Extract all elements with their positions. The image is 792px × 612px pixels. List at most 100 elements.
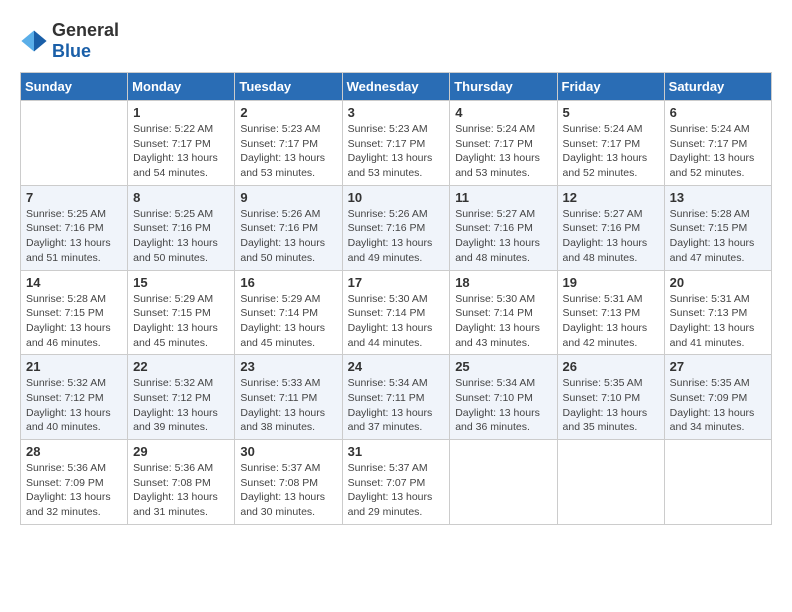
calendar-cell: 17 Sunrise: 5:30 AMSunset: 7:14 PMDayligh…: [342, 270, 450, 355]
day-info: Sunrise: 5:29 AMSunset: 7:15 PMDaylight:…: [133, 292, 229, 351]
logo-general-text: General: [52, 20, 119, 40]
day-number: 30: [240, 444, 336, 459]
calendar-week-row: 1 Sunrise: 5:22 AMSunset: 7:17 PMDaylight…: [21, 101, 772, 186]
calendar-cell: 3 Sunrise: 5:23 AMSunset: 7:17 PMDaylight…: [342, 101, 450, 186]
day-number: 10: [348, 190, 445, 205]
calendar-body: 1 Sunrise: 5:22 AMSunset: 7:17 PMDaylight…: [21, 101, 772, 525]
weekday-header: Tuesday: [235, 73, 342, 101]
day-info: Sunrise: 5:28 AMSunset: 7:15 PMDaylight:…: [26, 292, 122, 351]
day-info: Sunrise: 5:23 AMSunset: 7:17 PMDaylight:…: [240, 122, 336, 181]
logo-blue-text: Blue: [52, 41, 91, 61]
calendar-cell: 28Sunrise: 5:36 AMSunset: 7:09 PMDayligh…: [21, 440, 128, 525]
day-number: 25: [455, 359, 551, 374]
day-number: 12: [563, 190, 659, 205]
logo-icon: [20, 27, 48, 55]
calendar-week-row: 14 Sunrise: 5:28 AMSunset: 7:15 PMDayligh…: [21, 270, 772, 355]
calendar-cell: 2Sunrise: 5:23 AMSunset: 7:17 PMDaylight…: [235, 101, 342, 186]
weekday-header: Monday: [128, 73, 235, 101]
day-number: 19: [563, 275, 659, 290]
day-number: 7: [26, 190, 122, 205]
calendar-cell: [450, 440, 557, 525]
calendar-cell: 11Sunrise: 5:27 AMSunset: 7:16 PMDayligh…: [450, 185, 557, 270]
weekday-header: Sunday: [21, 73, 128, 101]
day-number: 15: [133, 275, 229, 290]
day-info: Sunrise: 5:27 AMSunset: 7:16 PMDaylight:…: [563, 207, 659, 266]
calendar-week-row: 28Sunrise: 5:36 AMSunset: 7:09 PMDayligh…: [21, 440, 772, 525]
day-number: 1: [133, 105, 229, 120]
day-number: 29: [133, 444, 229, 459]
calendar-cell: 14 Sunrise: 5:28 AMSunset: 7:15 PMDayligh…: [21, 270, 128, 355]
calendar-cell: 26 Sunrise: 5:35 AMSunset: 7:10 PMDayligh…: [557, 355, 664, 440]
day-info: Sunrise: 5:37 AMSunset: 7:07 PMDaylight:…: [348, 461, 445, 520]
day-number: 27: [670, 359, 766, 374]
page-header: General Blue: [20, 20, 772, 62]
day-info: Sunrise: 5:32 AMSunset: 7:12 PMDaylight:…: [26, 376, 122, 435]
day-info: Sunrise: 5:26 AMSunset: 7:16 PMDaylight:…: [348, 207, 445, 266]
calendar-cell: 8 Sunrise: 5:25 AMSunset: 7:16 PMDaylight…: [128, 185, 235, 270]
calendar-cell: 13Sunrise: 5:28 AMSunset: 7:15 PMDayligh…: [664, 185, 771, 270]
day-number: 3: [348, 105, 445, 120]
day-info: Sunrise: 5:25 AMSunset: 7:16 PMDaylight:…: [133, 207, 229, 266]
weekday-header: Friday: [557, 73, 664, 101]
calendar-cell: [557, 440, 664, 525]
calendar-cell: 5 Sunrise: 5:24 AMSunset: 7:17 PMDaylight…: [557, 101, 664, 186]
calendar-header-row: SundayMondayTuesdayWednesdayThursdayFrid…: [21, 73, 772, 101]
day-info: Sunrise: 5:28 AMSunset: 7:15 PMDaylight:…: [670, 207, 766, 266]
day-number: 9: [240, 190, 336, 205]
day-info: Sunrise: 5:26 AMSunset: 7:16 PMDaylight:…: [240, 207, 336, 266]
calendar-cell: [21, 101, 128, 186]
day-info: Sunrise: 5:37 AMSunset: 7:08 PMDaylight:…: [240, 461, 336, 520]
day-number: 5: [563, 105, 659, 120]
calendar-cell: 1 Sunrise: 5:22 AMSunset: 7:17 PMDaylight…: [128, 101, 235, 186]
day-number: 26: [563, 359, 659, 374]
calendar-cell: 24 Sunrise: 5:34 AMSunset: 7:11 PMDayligh…: [342, 355, 450, 440]
calendar-cell: [664, 440, 771, 525]
day-number: 17: [348, 275, 445, 290]
day-info: Sunrise: 5:34 AMSunset: 7:11 PMDaylight:…: [348, 376, 445, 435]
day-number: 16: [240, 275, 336, 290]
day-info: Sunrise: 5:22 AMSunset: 7:17 PMDaylight:…: [133, 122, 229, 181]
calendar-cell: 20 Sunrise: 5:31 AMSunset: 7:13 PMDayligh…: [664, 270, 771, 355]
calendar-cell: 30 Sunrise: 5:37 AMSunset: 7:08 PMDayligh…: [235, 440, 342, 525]
calendar-cell: 21 Sunrise: 5:32 AMSunset: 7:12 PMDayligh…: [21, 355, 128, 440]
day-info: Sunrise: 5:27 AMSunset: 7:16 PMDaylight:…: [455, 207, 551, 266]
calendar-week-row: 7 Sunrise: 5:25 AMSunset: 7:16 PMDaylight…: [21, 185, 772, 270]
calendar-cell: 18 Sunrise: 5:30 AMSunset: 7:14 PMDayligh…: [450, 270, 557, 355]
day-number: 21: [26, 359, 122, 374]
day-number: 28: [26, 444, 122, 459]
calendar-cell: 9 Sunrise: 5:26 AMSunset: 7:16 PMDaylight…: [235, 185, 342, 270]
day-number: 20: [670, 275, 766, 290]
calendar-cell: 16 Sunrise: 5:29 AMSunset: 7:14 PMDayligh…: [235, 270, 342, 355]
day-number: 31: [348, 444, 445, 459]
day-info: Sunrise: 5:24 AMSunset: 7:17 PMDaylight:…: [563, 122, 659, 181]
logo: General Blue: [20, 20, 119, 62]
day-info: Sunrise: 5:29 AMSunset: 7:14 PMDaylight:…: [240, 292, 336, 351]
day-number: 23: [240, 359, 336, 374]
day-number: 24: [348, 359, 445, 374]
calendar-cell: 4 Sunrise: 5:24 AMSunset: 7:17 PMDaylight…: [450, 101, 557, 186]
calendar-table: SundayMondayTuesdayWednesdayThursdayFrid…: [20, 72, 772, 525]
day-info: Sunrise: 5:23 AMSunset: 7:17 PMDaylight:…: [348, 122, 445, 181]
day-number: 14: [26, 275, 122, 290]
calendar-cell: 12 Sunrise: 5:27 AMSunset: 7:16 PMDayligh…: [557, 185, 664, 270]
day-info: Sunrise: 5:33 AMSunset: 7:11 PMDaylight:…: [240, 376, 336, 435]
day-info: Sunrise: 5:36 AMSunset: 7:08 PMDaylight:…: [133, 461, 229, 520]
day-info: Sunrise: 5:30 AMSunset: 7:14 PMDaylight:…: [455, 292, 551, 351]
day-number: 18: [455, 275, 551, 290]
day-number: 6: [670, 105, 766, 120]
day-info: Sunrise: 5:31 AMSunset: 7:13 PMDaylight:…: [670, 292, 766, 351]
day-info: Sunrise: 5:32 AMSunset: 7:12 PMDaylight:…: [133, 376, 229, 435]
calendar-cell: 25Sunrise: 5:34 AMSunset: 7:10 PMDayligh…: [450, 355, 557, 440]
weekday-header: Thursday: [450, 73, 557, 101]
calendar-cell: 10 Sunrise: 5:26 AMSunset: 7:16 PMDayligh…: [342, 185, 450, 270]
day-number: 4: [455, 105, 551, 120]
day-info: Sunrise: 5:35 AMSunset: 7:10 PMDaylight:…: [563, 376, 659, 435]
day-info: Sunrise: 5:30 AMSunset: 7:14 PMDaylight:…: [348, 292, 445, 351]
day-info: Sunrise: 5:25 AMSunset: 7:16 PMDaylight:…: [26, 207, 122, 266]
calendar-cell: 19Sunrise: 5:31 AMSunset: 7:13 PMDayligh…: [557, 270, 664, 355]
calendar-cell: 15 Sunrise: 5:29 AMSunset: 7:15 PMDayligh…: [128, 270, 235, 355]
calendar-cell: 29 Sunrise: 5:36 AMSunset: 7:08 PMDayligh…: [128, 440, 235, 525]
day-info: Sunrise: 5:24 AMSunset: 7:17 PMDaylight:…: [455, 122, 551, 181]
calendar-week-row: 21 Sunrise: 5:32 AMSunset: 7:12 PMDayligh…: [21, 355, 772, 440]
day-number: 8: [133, 190, 229, 205]
